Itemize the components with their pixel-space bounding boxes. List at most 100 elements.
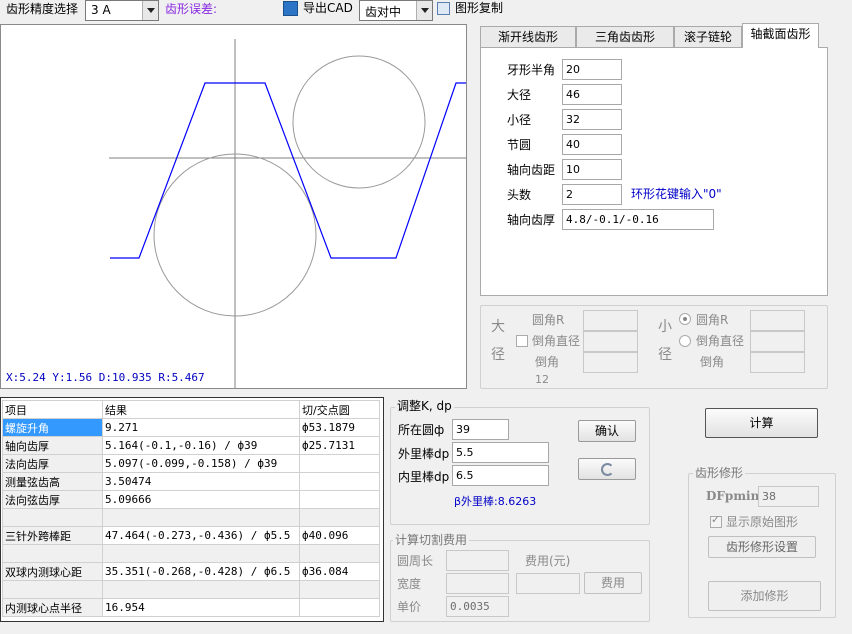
width-input[interactable] (446, 573, 509, 594)
cost-title: 计算切割费用 (393, 531, 470, 548)
copy-shape-button[interactable]: 图形复制 (437, 0, 517, 18)
chevron-down-icon[interactable] (142, 1, 158, 20)
dfpmin-input[interactable]: 38 (758, 486, 819, 507)
left-chamfer-dia-label: 倒角直径 (532, 334, 581, 348)
row-result-cell: 5.09666 (102, 490, 300, 509)
inner-dp-input[interactable]: 6.5 (452, 465, 549, 486)
axial-thickness-input[interactable]: 4.8/-0.1/-0.16 (562, 209, 714, 230)
starts-input[interactable]: 2 (562, 184, 622, 205)
show-original-checkbox[interactable]: ✓ (710, 513, 722, 528)
profile-modify-title: 齿形修形 (693, 464, 746, 481)
half-angle-label: 牙形半角 (507, 63, 556, 77)
right-chamfer-input[interactable] (750, 352, 805, 373)
beta-outer-text: β外里棒:8.6263 (454, 495, 537, 508)
right-round-radio[interactable] (679, 313, 691, 325)
table-row[interactable]: 三针外跨棒距 47.464(-0.273,-0.436) / ф5.5 ф40.09… (2, 526, 380, 545)
calculate-button[interactable]: 计算 (705, 408, 818, 438)
table-row[interactable] (2, 544, 380, 563)
row-result-cell (102, 544, 300, 563)
tab-involute[interactable]: 渐开线齿形 (480, 26, 576, 48)
major-diameter-input[interactable]: 46 (562, 84, 622, 105)
tooth-error-label: 齿形误差: (165, 2, 218, 16)
table-row[interactable]: 轴向齿厚 5.164(-0.1,-0.16) / ф39 ф25.7131 (2, 436, 380, 455)
left-chamfer-dia-input[interactable] (583, 331, 638, 352)
table-row[interactable]: 内测球心点半径 16.954 (2, 598, 380, 617)
row-item-cell (2, 580, 103, 599)
row-item-cell (2, 544, 103, 563)
perimeter-input[interactable] (446, 550, 509, 571)
minor-side-label-2: 径 (658, 347, 672, 363)
right-round-label: 圆角R (696, 313, 729, 327)
refresh-icon (601, 463, 614, 476)
align-select[interactable]: 齿对中 (359, 0, 433, 21)
left-chamfer-checkbox[interactable] (516, 335, 528, 347)
refresh-button[interactable] (578, 458, 636, 480)
table-row[interactable]: 法向弦齿厚 5.09666 (2, 490, 380, 509)
row-result-cell: 3.50474 (102, 472, 300, 491)
right-chamfer-dia-input[interactable] (750, 331, 805, 352)
unit-price-input[interactable]: 0.0035 (446, 596, 509, 617)
add-modification-button[interactable]: 添加修形 (708, 581, 821, 611)
tab-axial-section[interactable]: 轴截面齿形 (742, 23, 819, 48)
row-item-cell: 双球内测球心距 (2, 562, 103, 581)
left-round-label: 圆角R (532, 313, 565, 327)
half-angle-input[interactable]: 20 (562, 59, 622, 80)
row-item-cell: 螺旋升角 (2, 418, 103, 437)
tooth-profile-svg (109, 39, 466, 388)
axial-pitch-input[interactable]: 10 (562, 159, 622, 180)
row-circle-cell (299, 508, 380, 527)
minor-side-label-1: 小 (658, 319, 672, 335)
axial-pitch-label: 轴向齿距 (507, 163, 556, 177)
precision-select[interactable]: 3 A (85, 0, 159, 21)
row-result-cell (102, 508, 300, 527)
axial-thickness-label: 轴向齿厚 (507, 213, 556, 227)
row-result-cell: 5.164(-0.1,-0.16) / ф39 (102, 436, 300, 455)
row-item-cell: 三针外跨棒距 (2, 526, 103, 545)
export-cad-label: 导出CAD (303, 1, 353, 15)
table-row[interactable]: 法向齿厚 5.097(-0.099,-0.158) / ф39 (2, 454, 380, 473)
fee-button[interactable]: 费用 (584, 572, 642, 594)
major-diameter-label: 大径 (507, 88, 532, 102)
row-item-cell: 轴向齿厚 (2, 436, 103, 455)
fee-input[interactable] (516, 573, 580, 594)
table-row[interactable] (2, 508, 380, 527)
table-row[interactable]: 双球内测球心距 35.351(-0.268,-0.428) / ф6.5 ф36.0… (2, 562, 380, 581)
left-round-input[interactable] (583, 310, 638, 331)
outer-dp-input[interactable]: 5.5 (452, 442, 549, 463)
minor-diameter-input[interactable]: 32 (562, 109, 622, 130)
tooth-profile-graph[interactable]: X:5.24 Y:1.56 D:10.935 R:5.467 (0, 24, 467, 389)
pitch-circle-label: 节圆 (507, 138, 532, 152)
modify-settings-button[interactable]: 齿形修形设置 (708, 536, 816, 558)
row-item-cell: 法向齿厚 (2, 454, 103, 473)
left-chamfer-input[interactable] (583, 352, 638, 373)
table-row[interactable] (2, 580, 380, 599)
chevron-down-icon[interactable] (416, 1, 432, 20)
row-result-cell (102, 580, 300, 599)
circle-input[interactable]: 39 (452, 419, 509, 440)
row-circle-cell: ф40.096 (299, 526, 380, 545)
row-result-cell: 9.271 (102, 418, 300, 437)
right-round-input[interactable] (750, 310, 805, 331)
perimeter-label: 圆周长 (397, 554, 434, 568)
right-chamfer-label: 倒角 (700, 355, 725, 369)
export-cad-button[interactable]: 导出CAD (283, 0, 353, 18)
row-result-cell: 47.464(-0.273,-0.436) / ф5.5 (102, 526, 300, 545)
row-circle-cell (299, 472, 380, 491)
row-result-cell: 35.351(-0.268,-0.428) / ф6.5 (102, 562, 300, 581)
outer-ball-circle (292, 55, 426, 189)
table-row[interactable]: 螺旋升角 9.271 ф53.1879 (2, 418, 380, 437)
right-chamfer-radio[interactable] (679, 335, 691, 347)
adjust-title: 调整K, dp (395, 398, 454, 414)
precision-label: 齿形精度选择 (6, 2, 79, 16)
confirm-button[interactable]: 确认 (578, 420, 636, 442)
row-circle-cell (299, 544, 380, 563)
tab-triangle[interactable]: 三角齿齿形 (576, 26, 674, 48)
show-original-label: 显示原始图形 (726, 515, 799, 529)
right-chamfer-dia-label: 倒角直径 (696, 334, 745, 348)
table-row[interactable]: 测量弦齿高 3.50474 (2, 472, 380, 491)
pitch-circle-input[interactable]: 40 (562, 134, 622, 155)
starts-hint: 环形花键输入"0" (631, 187, 722, 201)
left-chamfer-label: 倒角 (535, 355, 560, 369)
tab-roller-chain[interactable]: 滚子链轮 (674, 26, 742, 48)
row-circle-cell (299, 454, 380, 473)
